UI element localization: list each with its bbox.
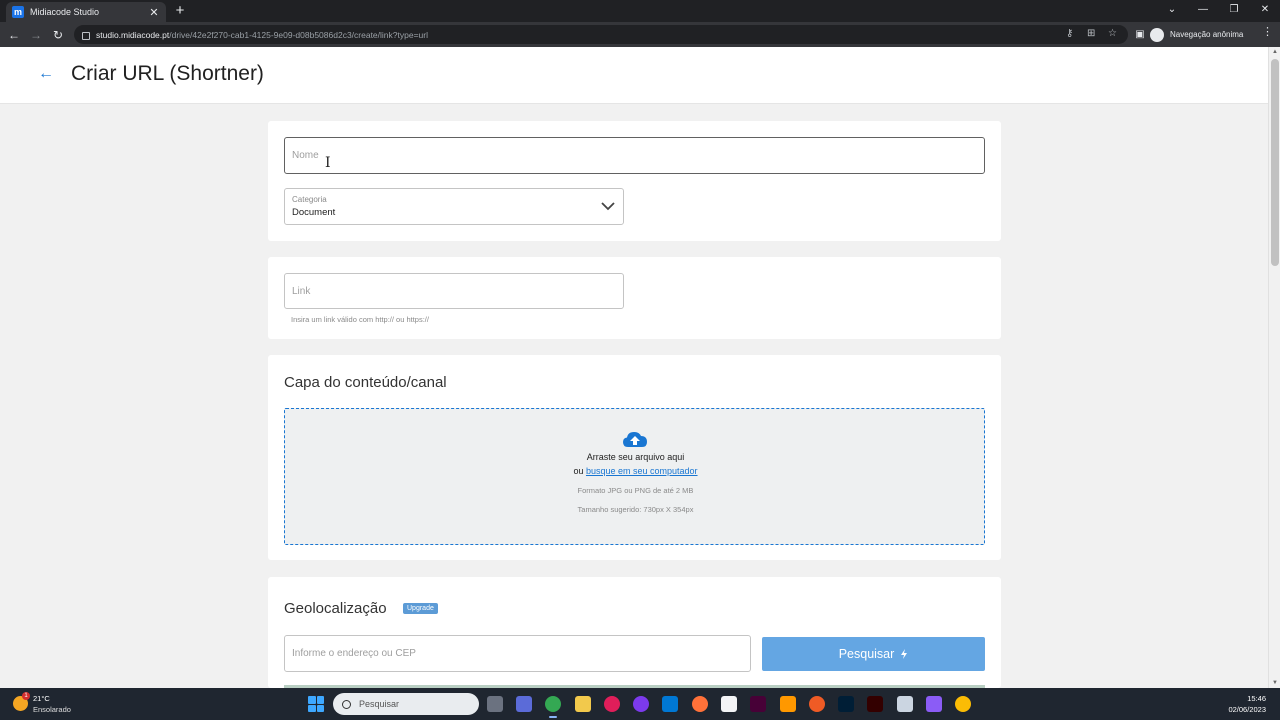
sublime-text-icon[interactable] — [780, 696, 796, 712]
tab-search-icon[interactable]: ⌄ — [1157, 0, 1187, 20]
close-tab-icon[interactable]: ✕ — [148, 6, 160, 19]
app-header: ← Criar URL (Shortner) — [0, 47, 1268, 104]
search-button-label: Pesquisar — [838, 647, 895, 661]
basic-info-card: Nome Categoria Document — [268, 121, 1001, 241]
slack-icon[interactable] — [604, 696, 620, 712]
back-arrow-icon[interactable]: ← — [37, 65, 55, 83]
lock-icon — [82, 31, 90, 40]
bookmark-star-icon[interactable]: ☆ — [1108, 28, 1117, 39]
address-input[interactable]: Informe o endereço ou CEP — [284, 635, 751, 672]
side-panel-icon[interactable]: ▣ — [1131, 26, 1149, 44]
taskbar-date[interactable]: 02/06/2023 — [1218, 705, 1266, 714]
weather-notification-badge: 1 — [22, 692, 30, 700]
firefox-icon[interactable] — [692, 696, 708, 712]
search-icon — [342, 699, 351, 709]
upgrade-badge[interactable]: Upgrade — [403, 603, 438, 614]
taskbar-time[interactable]: 15:46 — [1226, 694, 1266, 703]
task-view-icon[interactable] — [487, 696, 503, 712]
teams-chat-icon[interactable] — [516, 696, 532, 712]
browser-menu-icon[interactable]: ⋮ — [1262, 25, 1273, 38]
postman-icon[interactable] — [809, 696, 825, 712]
snipping-tool-icon[interactable] — [897, 696, 913, 712]
taskbar-search[interactable]: Pesquisar — [333, 693, 479, 715]
scroll-down-icon[interactable]: ▼ — [1269, 678, 1280, 688]
weather-temperature: 21°C — [33, 694, 50, 703]
midiacode-favicon-icon: m — [12, 6, 24, 18]
back-nav-icon[interactable]: ← — [5, 26, 23, 44]
cover-section-title: Capa do conteúdo/canal — [284, 374, 447, 391]
translate-icon[interactable]: ⊞ — [1087, 28, 1095, 39]
cover-card: Capa do conteúdo/canal Arraste seu arqui… — [268, 355, 1001, 560]
close-window-button[interactable]: ✕ — [1250, 0, 1280, 20]
link-placeholder: Link — [292, 286, 311, 297]
file-explorer-icon[interactable] — [575, 696, 591, 712]
category-value: Document — [292, 207, 336, 218]
page-title: Criar URL (Shortner) — [71, 62, 264, 85]
scroll-up-icon[interactable]: ▲ — [1269, 47, 1280, 57]
file-dropzone[interactable]: Arraste seu arquivo aqui ou busque em se… — [284, 408, 985, 545]
new-tab-button[interactable]: + — [172, 2, 188, 20]
url-host: studio.midiacode.pt — [96, 29, 170, 40]
incognito-label: Navegação anônima — [1170, 30, 1244, 39]
format-hint: Formato JPG ou PNG de até 2 MB — [577, 486, 694, 495]
scrollbar-thumb[interactable] — [1271, 59, 1279, 266]
size-hint: Tamanho sugerido: 730px X 354px — [577, 505, 694, 514]
drop-instruction: Arraste seu arquivo aqui — [586, 452, 685, 462]
tab-title: Midiacode Studio — [30, 7, 100, 17]
url-path: /drive/42e2f270-cab1-4125-9e09-d08b5086d… — [169, 29, 428, 40]
bolt-icon — [901, 649, 908, 659]
media-app-icon[interactable] — [926, 696, 942, 712]
chrome-icon[interactable] — [545, 696, 561, 718]
chevron-down-icon — [601, 202, 615, 211]
windows-taskbar: 1 21°C Ensolarado Pesquisar 15:46 02/06/… — [0, 688, 1280, 720]
category-select[interactable]: Categoria Document — [284, 188, 624, 225]
restore-button[interactable]: ❐ — [1219, 0, 1249, 20]
reload-icon[interactable]: ↻ — [49, 26, 67, 44]
or-text: ou — [573, 466, 586, 476]
browse-line: ou busque em seu computador — [285, 466, 986, 476]
browser-tabstrip: m Midiacode Studio ✕ + ⌄ — ❐ ✕ — [0, 0, 1280, 22]
incognito-icon — [1150, 27, 1164, 42]
geolocation-card: Geolocalização Upgrade Informe o endereç… — [268, 577, 1001, 688]
name-input[interactable]: Nome — [284, 137, 985, 174]
text-cursor-icon: I — [325, 155, 331, 171]
weather-description: Ensolarado — [33, 705, 71, 714]
address-bar[interactable]: studio.midiacode.pt/drive/42e2f270-cab1-… — [74, 25, 1128, 44]
address-placeholder: Informe o endereço ou CEP — [292, 648, 416, 659]
windows-start-icon[interactable] — [308, 696, 324, 712]
adobe-xd-icon[interactable] — [750, 696, 766, 712]
vscode-icon[interactable] — [662, 696, 678, 712]
browse-computer-link[interactable]: busque em seu computador — [586, 466, 698, 476]
search-address-button[interactable]: Pesquisar — [762, 637, 985, 671]
notepad-icon[interactable] — [721, 696, 737, 712]
forward-nav-icon[interactable]: → — [27, 26, 45, 44]
minimize-button[interactable]: — — [1188, 0, 1218, 20]
link-helper-text: Insira um link válido com http:// ou htt… — [291, 315, 429, 324]
incognito-indicator[interactable]: Navegação anônima — [1150, 25, 1254, 44]
chrome-canary-icon[interactable] — [955, 696, 971, 712]
browser-toolbar: ← → ↻ studio.midiacode.pt/drive/42e2f270… — [0, 22, 1280, 47]
category-label: Categoria — [292, 195, 327, 204]
link-card: Link Insira um link válido com http:// o… — [268, 257, 1001, 339]
geolocation-title: Geolocalização — [284, 600, 387, 617]
github-desktop-icon[interactable] — [633, 696, 649, 712]
browser-tab[interactable]: m Midiacode Studio ✕ — [6, 2, 166, 22]
taskbar-search-label: Pesquisar — [359, 699, 400, 709]
link-input[interactable]: Link — [284, 273, 624, 309]
page-scrollbar[interactable]: ▲ ▼ — [1268, 47, 1280, 688]
cloud-upload-icon — [623, 432, 647, 447]
key-icon[interactable]: ⚷ — [1066, 28, 1073, 39]
illustrator-icon[interactable] — [867, 696, 883, 712]
photoshop-icon[interactable] — [838, 696, 854, 712]
name-placeholder: Nome — [292, 150, 319, 161]
